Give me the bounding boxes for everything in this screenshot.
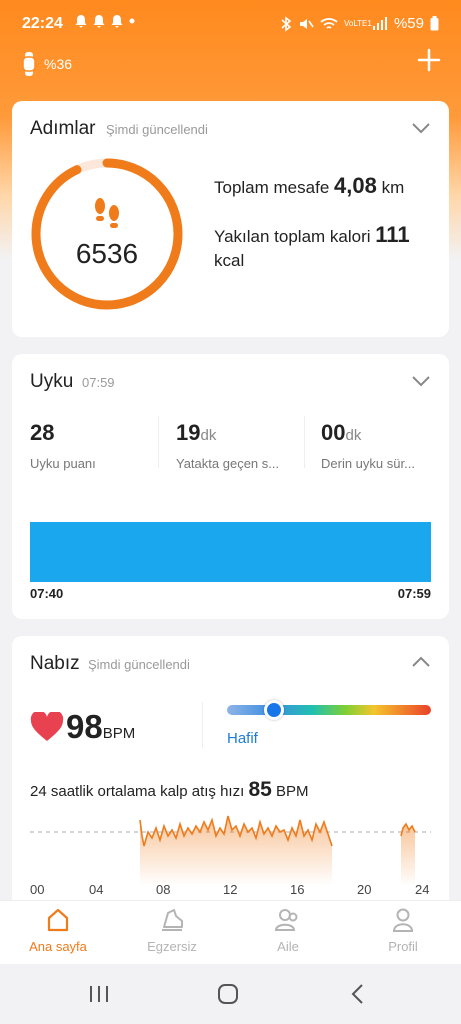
bottom-nav: Ana sayfa Egzersiz Aile Profil [0,900,461,964]
axis-label-04: 04 [89,882,104,897]
heart-average-unit: BPM [275,783,309,800]
steps-count: 6536 [75,238,139,269]
status-right: VoLTE1 %59 [280,15,439,32]
home-button-icon[interactable] [217,983,239,1005]
sleep-title: Uyku [30,371,74,392]
family-icon [274,909,298,931]
axis-label-12: 12 [223,882,238,897]
recent-apps-icon[interactable] [88,984,110,1004]
divider [304,416,305,468]
sleep-stage-bar [30,522,431,582]
heart-rate-unit: BPM [102,725,136,742]
nav-label-home: Ana sayfa [29,939,87,954]
axis-label-20: 20 [357,882,372,897]
status-time: 22:24 [22,15,63,32]
deep-sleep-value: 00 [321,420,346,445]
heart-zone-scale [227,705,431,715]
plus-icon [417,48,441,72]
nav-item-home[interactable]: Ana sayfa [8,907,108,954]
signal-icon [372,16,387,30]
axis-label-00: 00 [30,882,45,897]
dot-icon [129,18,135,24]
bell-icon [111,15,123,28]
sleep-score-metric: 28 Uyku puanı [30,420,96,471]
heart-zone-marker [264,700,284,720]
chevron-up-icon[interactable] [411,655,431,669]
status-bar: 22:24 VoLTE1 %59 [0,0,461,50]
steps-title: Adımlar [30,118,96,139]
heart-average-value: 85 [248,778,272,801]
sleep-start-time: 07:40 [30,586,64,601]
deep-sleep-label: Derin uyku sür... [321,456,415,471]
device-status[interactable]: %36 [22,52,72,76]
divider [202,702,203,748]
time-in-bed-value: 19 [176,420,201,445]
back-icon[interactable] [350,983,366,1005]
heart-zone-label: Hafif [227,730,258,747]
sleep-time: 07:59 [82,375,115,390]
sleep-end-time: 07:59 [397,586,431,601]
distance-label: Toplam mesafe [214,178,330,197]
footsteps-icon [95,198,119,228]
deep-sleep-metric: 00dk Derin uyku sür... [321,420,415,471]
nav-item-exercise[interactable]: Egzersiz [122,907,222,954]
distance-value: 4,08 [334,173,377,198]
calorie-stat: Yakılan toplam kalori 111 kcal [214,223,434,273]
sleep-score-label: Uyku puanı [30,456,96,471]
calorie-label: Yakılan toplam kalori [214,227,371,246]
sleep-card[interactable]: Uyku 07:59 28 Uyku puanı 19dk Yatakta ge… [12,354,449,619]
distance-stat: Toplam mesafe 4,08 km [214,173,404,199]
nav-label-family: Aile [277,939,299,954]
heart-icon [30,712,64,741]
notification-icons [74,14,136,28]
device-battery: %36 [44,56,73,72]
divider [158,416,159,468]
battery-icon [430,16,439,31]
add-button[interactable] [415,46,443,76]
shoe-icon [162,909,183,931]
distance-unit: km [381,178,405,197]
band-icon [22,52,36,76]
network-label: VoLTE1 [343,18,372,28]
bell-icon [93,15,105,28]
calorie-unit: kcal [214,251,245,270]
nav-item-family[interactable]: Aile [238,907,338,954]
heart-rate-number: 98 [66,708,103,745]
heart-rate-chart [30,815,431,886]
heart-average-label: 24 saatlik ortalama kalp atış hızı [30,783,245,800]
heart-average: 24 saatlik ortalama kalp atış hızı 85 BP… [30,778,309,802]
calorie-value: 111 [375,222,410,247]
chevron-down-icon[interactable] [411,121,431,135]
axis-label-24: 24 [415,882,430,897]
nav-item-profile[interactable]: Profil [353,907,453,954]
axis-label-16: 16 [290,882,305,897]
wifi-icon [320,17,338,29]
battery-percent: %59 [393,15,424,32]
heart-title: Nabız [30,653,80,674]
home-icon [47,908,69,932]
steps-ring [31,158,183,310]
deep-sleep-unit: dk [345,427,362,444]
nav-label-profile: Profil [388,939,418,954]
steps-updated: Şimdi güncellendi [106,122,208,137]
bluetooth-icon [281,15,292,32]
mute-icon [299,18,314,29]
axis-label-08: 08 [156,882,171,897]
time-in-bed-label: Yatakta geçen s... [176,456,280,471]
bell-icon [75,15,87,28]
time-in-bed-unit: dk [200,427,217,444]
heart-rate-value: 98BPM [66,708,135,746]
time-in-bed-metric: 19dk Yatakta geçen s... [176,420,279,471]
nav-label-exercise: Egzersiz [147,939,197,954]
chevron-down-icon[interactable] [411,374,431,388]
heart-rate-card[interactable]: Nabız Şimdi güncellendi 98BPM Hafif 24 s… [12,636,449,916]
heart-updated: Şimdi güncellendi [88,657,190,672]
system-nav [0,964,461,1024]
steps-card[interactable]: Adımlar Şimdi güncellendi 6536 Toplam me… [12,101,449,337]
profile-icon [392,908,414,932]
sleep-score-value: 28 [30,420,55,445]
